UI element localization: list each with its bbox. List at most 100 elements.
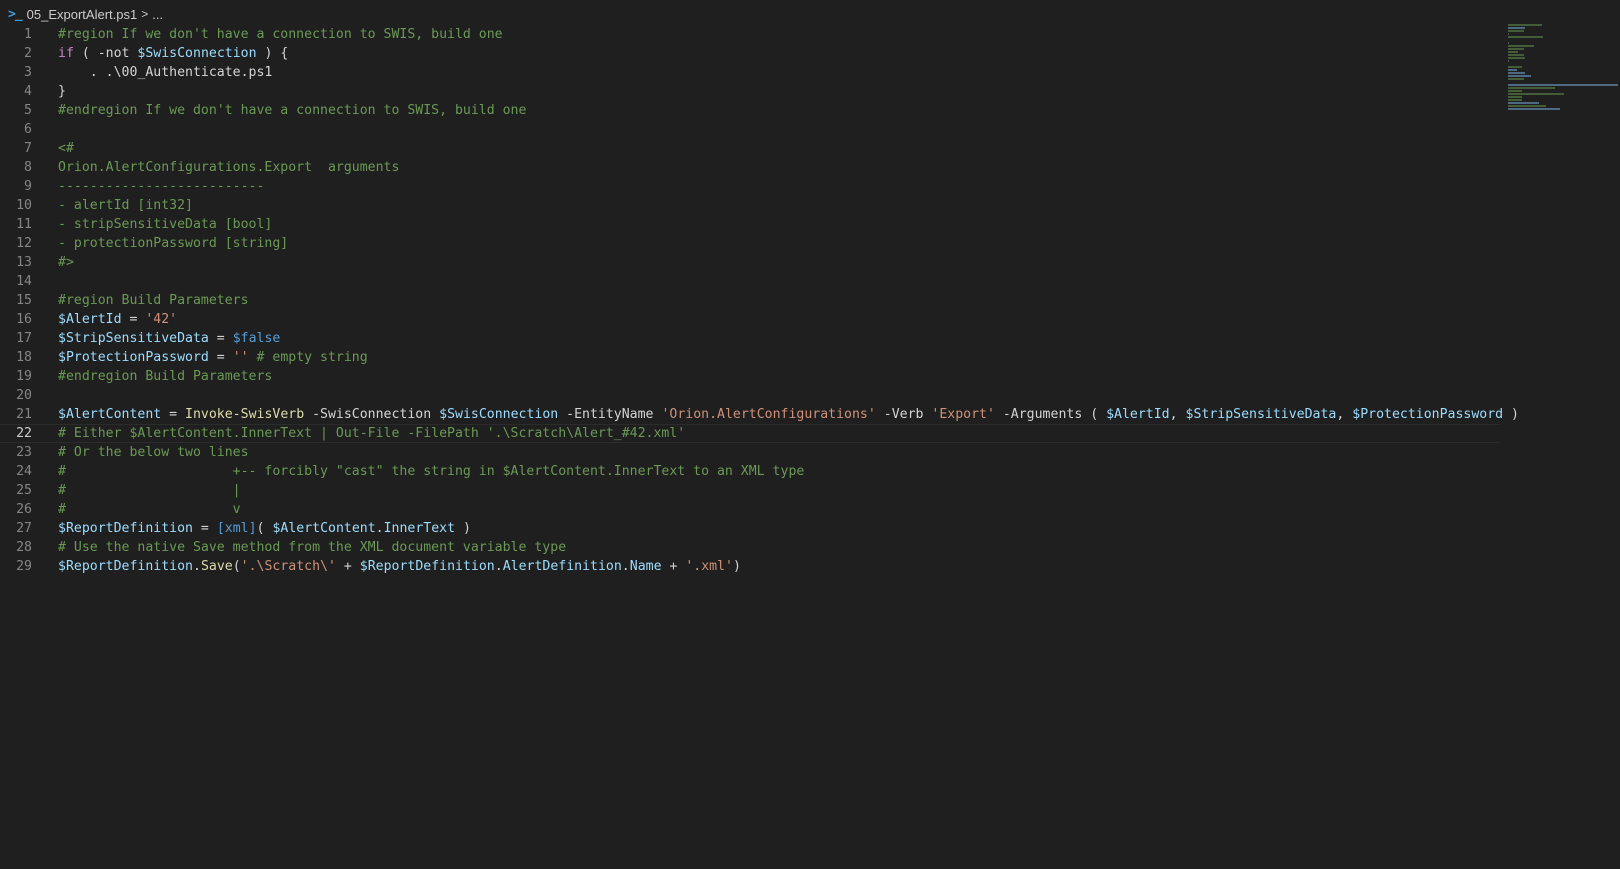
line-number: 23 xyxy=(16,445,32,460)
code-line[interactable]: 19 #endregion Build Parameters xyxy=(0,367,1500,386)
code-line[interactable]: 1 #region If we don't have a connection t… xyxy=(0,25,1500,44)
code-token: - stripSensitiveData [bool] xyxy=(58,217,273,232)
code-token: # Or the below two lines xyxy=(58,445,249,460)
code-token: } xyxy=(58,84,66,99)
code-token: # Use the native Save method from the XM… xyxy=(58,540,567,555)
code-token: #> xyxy=(58,255,74,270)
line-number: 21 xyxy=(16,407,32,422)
code-token: # +-- forcibly "cast" the string in $Ale… xyxy=(58,464,805,479)
code-line[interactable]: 26 # v xyxy=(0,500,1500,519)
code-token: $SwisConnection xyxy=(137,46,257,61)
code-token: $StripSensitiveData xyxy=(58,331,209,346)
line-number: 14 xyxy=(16,274,32,289)
minimap-line xyxy=(1508,87,1556,89)
line-number: 6 xyxy=(24,122,32,137)
code-line[interactable]: 23 # Or the below two lines xyxy=(0,443,1500,462)
minimap-line xyxy=(1508,84,1618,86)
code-token: -------------------------- xyxy=(58,179,265,194)
code-line[interactable]: 15 #region Build Parameters xyxy=(0,291,1500,310)
code-token: -SwisConnection xyxy=(304,407,440,422)
code-token: '' xyxy=(232,350,249,365)
code-token: # v xyxy=(58,502,241,517)
line-number: 4 xyxy=(24,84,32,99)
code-token: = xyxy=(208,350,233,365)
line-number: 5 xyxy=(24,103,32,118)
code-token: #endregion Build Parameters xyxy=(58,369,273,384)
code-line[interactable]: 6 xyxy=(0,120,1500,139)
minimap-line xyxy=(1508,75,1532,77)
minimap-line xyxy=(1508,66,1523,68)
code-line[interactable]: 17 $StripSensitiveData = $false xyxy=(0,329,1500,348)
line-code: # +-- forcibly "cast" the string in $Ale… xyxy=(58,462,804,481)
code-line[interactable]: 4} xyxy=(0,82,1500,101)
line-code: - stripSensitiveData [bool] xyxy=(58,215,272,234)
line-number: 28 xyxy=(16,540,32,555)
code-token: Orion.AlertConfigurations.Export argumen… xyxy=(58,160,400,175)
line-code: $AlertId = '42' xyxy=(58,310,177,329)
line-number: 7 xyxy=(24,141,32,156)
breadcrumb-more[interactable]: ... xyxy=(152,7,163,22)
minimap-line xyxy=(1508,33,1509,35)
code-token: AlertDefinition xyxy=(502,559,622,574)
code-line[interactable]: 16 $AlertId = '42' xyxy=(0,310,1500,329)
line-code: #endregion If we don't have a connection… xyxy=(58,101,526,120)
code-line[interactable]: 5 #endregion If we don't have a connectio… xyxy=(0,101,1500,120)
code-token: - alertId [int32] xyxy=(58,198,193,213)
code-token: xml xyxy=(224,521,249,536)
line-code: <# xyxy=(58,139,74,158)
code-line[interactable]: 10 - alertId [int32] xyxy=(0,196,1500,215)
code-token: ( -not xyxy=(73,46,138,61)
code-token: #region If we don't have a connection to… xyxy=(58,27,503,42)
code-line[interactable]: 8 Orion.AlertConfigurations.Export argume… xyxy=(0,158,1500,177)
code-line[interactable]: 20 xyxy=(0,386,1500,405)
code-editor[interactable]: >_ 05_ExportAlert.ps1 > ... 1 #region If … xyxy=(0,0,1620,869)
code-token: 'Orion.AlertConfigurations' xyxy=(661,407,876,422)
minimap[interactable] xyxy=(1508,24,1618,110)
code-line[interactable]: 14 xyxy=(0,272,1500,291)
minimap-line xyxy=(1508,60,1510,62)
line-number: 10 xyxy=(16,198,32,213)
code-token: . xyxy=(375,521,384,536)
code-token: # empty string xyxy=(248,350,368,365)
minimap-line xyxy=(1508,45,1534,47)
code-line[interactable]: 24 # +-- forcibly "cast" the string in $A… xyxy=(0,462,1500,481)
code-token: #endregion If we don't have a connection… xyxy=(58,103,527,118)
code-token: [ xyxy=(216,521,225,536)
line-code: $ReportDefinition.Save('.\Scratch\' + $R… xyxy=(58,557,741,576)
code-line[interactable]: 13 #> xyxy=(0,253,1500,272)
code-line[interactable]: 21 $AlertContent = Invoke-SwisVerb -SwisC… xyxy=(0,405,1519,424)
code-token: $AlertId xyxy=(58,312,122,327)
code-area[interactable]: 1 #region If we don't have a connection t… xyxy=(0,25,1519,576)
code-token: $ProtectionPassword xyxy=(58,350,209,365)
minimap-line xyxy=(1508,54,1525,56)
code-line[interactable]: 11 - stripSensitiveData [bool] xyxy=(0,215,1500,234)
code-token: Name xyxy=(629,559,662,574)
breadcrumb-file[interactable]: 05_ExportAlert.ps1 xyxy=(27,7,138,22)
code-token: #region Build Parameters xyxy=(58,293,249,308)
code-line[interactable]: 29 $ReportDefinition.Save('.\Scratch\' + … xyxy=(0,557,1500,576)
code-line[interactable]: 9 -------------------------- xyxy=(0,177,1500,196)
line-code: $AlertContent = Invoke-SwisVerb -SwisCon… xyxy=(58,405,1519,424)
code-line[interactable]: 7 <# xyxy=(0,139,1500,158)
code-token: ( xyxy=(256,521,273,536)
code-line[interactable]: 22 # Either $AlertContent.InnerText | Out… xyxy=(0,424,1500,443)
code-token: . .\00_Authenticate.ps1 xyxy=(58,65,273,80)
code-token: 'Export' xyxy=(931,407,995,422)
code-line[interactable]: 27 $ReportDefinition = [xml]( $AlertConte… xyxy=(0,519,1500,538)
code-token: $StripSensitiveData xyxy=(1185,407,1337,422)
code-token: $ReportDefinition xyxy=(58,521,193,536)
line-number: 12 xyxy=(16,236,32,251)
line-number: 3 xyxy=(24,65,32,80)
line-code: } xyxy=(58,82,66,101)
line-number: 16 xyxy=(16,312,32,327)
code-line[interactable]: 28 # Use the native Save method from the … xyxy=(0,538,1500,557)
code-line[interactable]: 25 # | xyxy=(0,481,1500,500)
code-line[interactable]: 2 if ( -not $SwisConnection ) { xyxy=(0,44,1500,63)
line-code: - protectionPassword [string] xyxy=(58,234,288,253)
code-line[interactable]: 12 - protectionPassword [string] xyxy=(0,234,1500,253)
code-token: = xyxy=(208,331,233,346)
line-code: # Either $AlertContent.InnerText | Out-F… xyxy=(58,425,685,442)
code-line[interactable]: 18 $ProtectionPassword = '' # empty strin… xyxy=(0,348,1500,367)
code-line[interactable]: 3 . .\00_Authenticate.ps1 xyxy=(0,63,1500,82)
minimap-line xyxy=(1508,90,1523,92)
